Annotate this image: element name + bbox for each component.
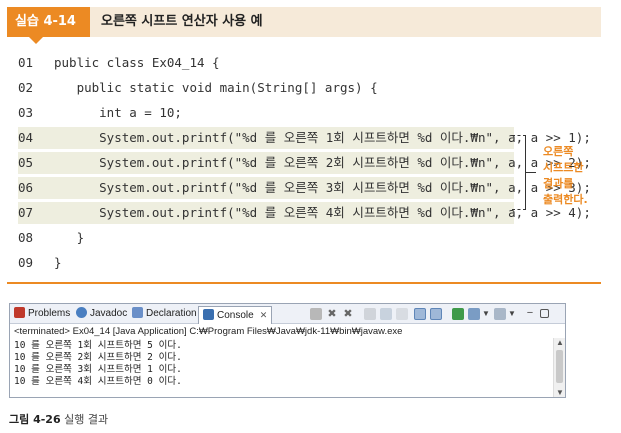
output-line: 10 를 오른쪽 1회 시프트하면 5 이다. (14, 340, 182, 351)
chevron-down-icon[interactable]: ▼ (482, 308, 494, 320)
javadoc-icon (76, 307, 87, 318)
code-line-highlighted: 05 System.out.printf("%d 를 오른쪽 2회 시프트하면 … (18, 152, 591, 174)
pin-console-icon[interactable] (452, 308, 464, 320)
figure-label: 그림 4-26 (9, 413, 61, 426)
show-stderr-icon[interactable] (430, 308, 442, 320)
figure-caption-text: 실행 결과 (64, 413, 109, 426)
declaration-icon (132, 307, 143, 318)
annotation-bracket (512, 135, 526, 210)
output-line: 10 를 오른쪽 2회 시프트하면 2 이다. (14, 352, 182, 363)
tab-console[interactable]: Console ✕ (198, 306, 273, 324)
section-divider (7, 282, 601, 284)
code-line: 02 public static void main(String[] args… (18, 80, 378, 95)
code-line-highlighted: 04 System.out.printf("%d 를 오른쪽 1회 시프트하면 … (18, 127, 591, 149)
scroll-down-icon[interactable]: ▼ (556, 388, 564, 397)
terminate-icon[interactable] (310, 308, 322, 320)
view-tab-bar: Problems Javadoc Declaration Console ✕ ✖ … (10, 304, 565, 324)
code-line-highlighted: 07 System.out.printf("%d 를 오른쪽 4회 시프트하면 … (18, 202, 591, 224)
close-icon[interactable]: ✕ (260, 310, 268, 320)
console-view: Problems Javadoc Declaration Console ✕ ✖ … (9, 303, 566, 398)
display-console-icon[interactable] (468, 308, 480, 320)
open-console-icon[interactable] (494, 308, 506, 320)
tab-declaration[interactable]: Declaration (132, 306, 197, 322)
output-line: 10 를 오른쪽 3회 시프트하면 1 이다. (14, 364, 182, 375)
remove-all-icon[interactable]: ✖ (342, 308, 354, 320)
console-output: 10 를 오른쪽 1회 시프트하면 5 이다. 10 를 오른쪽 2회 시프트하… (14, 340, 554, 388)
code-line: 01 public class Ex04_14 { (18, 55, 220, 70)
output-line: 10 를 오른쪽 4회 시프트하면 0 이다. (14, 376, 182, 387)
minimize-icon[interactable]: − (524, 308, 536, 320)
vertical-scrollbar[interactable]: ▲ ▼ (553, 338, 565, 397)
code-line: 03 int a = 10; (18, 105, 182, 120)
annotation-connector (526, 172, 536, 173)
example-badge: 실습 4-14 (7, 7, 90, 37)
badge-pointer (29, 37, 43, 44)
show-stdout-icon[interactable] (414, 308, 426, 320)
tab-javadoc[interactable]: Javadoc (76, 306, 127, 322)
code-line: 09} (18, 255, 62, 270)
maximize-icon[interactable] (540, 309, 549, 318)
tab-problems[interactable]: Problems (14, 306, 70, 322)
scroll-lock-icon[interactable] (380, 308, 392, 320)
scroll-thumb[interactable] (556, 350, 563, 383)
example-header: 실습 4-14 오른쪽 시프트 연산자 사용 예 (7, 7, 601, 44)
problems-icon (14, 307, 25, 318)
figure-caption: 그림 4-26 실행 결과 (9, 411, 108, 427)
example-title: 오른쪽 시프트 연산자 사용 예 (101, 14, 263, 29)
remove-launch-icon[interactable]: ✖ (326, 308, 338, 320)
console-icon (203, 309, 214, 320)
clear-console-icon[interactable] (364, 308, 376, 320)
word-wrap-icon[interactable] (396, 308, 408, 320)
annotation-note: 오른쪽 시프트한 결과를 출력한다. (543, 145, 588, 206)
scroll-up-icon[interactable]: ▲ (556, 338, 564, 347)
code-line-highlighted: 06 System.out.printf("%d 를 오른쪽 3회 시프트하면 … (18, 177, 591, 199)
chevron-down-icon[interactable]: ▼ (508, 308, 520, 320)
console-status: <terminated> Ex04_14 [Java Application] … (14, 326, 403, 337)
code-line: 08 } (18, 230, 85, 245)
